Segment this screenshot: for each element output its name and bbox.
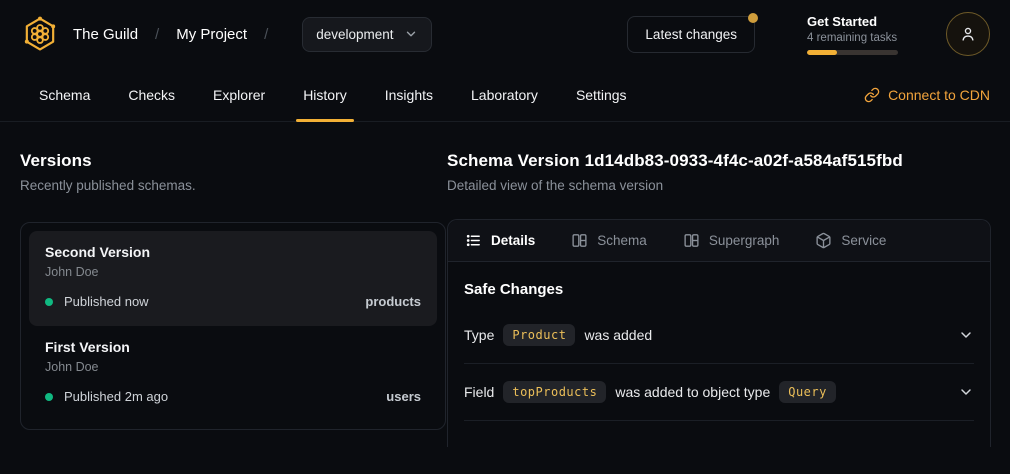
tab-checks[interactable]: Checks bbox=[109, 68, 194, 121]
cube-icon bbox=[815, 232, 832, 249]
detail-tab-supergraph[interactable]: Supergraph bbox=[683, 232, 780, 249]
columns-icon bbox=[683, 232, 700, 249]
link-icon bbox=[864, 87, 880, 103]
version-name: Second Version bbox=[45, 244, 421, 260]
chevron-down-icon bbox=[404, 27, 418, 41]
breadcrumb-project[interactable]: My Project bbox=[176, 26, 247, 43]
change-text: was added bbox=[584, 327, 652, 343]
safe-changes-title: Safe Changes bbox=[464, 281, 974, 298]
target-nav-tabs: Schema Checks Explorer History Insights … bbox=[0, 68, 1010, 122]
get-started-remaining-tasks: 4 remaining tasks bbox=[807, 32, 898, 44]
change-row-type-added[interactable]: Type Product was added bbox=[464, 307, 974, 364]
version-detail-panel: Schema Version 1d14db83-0933-4f4c-a02f-a… bbox=[447, 151, 991, 447]
versions-title: Versions bbox=[20, 151, 447, 171]
breadcrumb-separator: / bbox=[264, 26, 268, 43]
version-detail-box: Details Schema bbox=[447, 219, 991, 447]
app-header: The Guild / My Project / development Lat… bbox=[0, 0, 1010, 68]
latest-changes-button[interactable]: Latest changes bbox=[627, 16, 755, 53]
type-code-badge: Product bbox=[503, 324, 575, 346]
latest-changes-label: Latest changes bbox=[645, 27, 737, 42]
detail-tab-label: Service bbox=[841, 233, 886, 248]
version-author: John Doe bbox=[45, 265, 421, 279]
connect-to-cdn-label: Connect to CDN bbox=[888, 87, 990, 103]
breadcrumb-separator: / bbox=[155, 26, 159, 43]
chevron-down-icon[interactable] bbox=[958, 327, 974, 343]
tab-history[interactable]: History bbox=[284, 68, 366, 121]
detail-tab-label: Details bbox=[491, 233, 535, 248]
columns-icon bbox=[571, 232, 588, 249]
version-name: First Version bbox=[45, 339, 421, 355]
type-code-badge: Query bbox=[779, 381, 836, 403]
published-time: Published 2m ago bbox=[64, 389, 168, 404]
get-started-progress-fill bbox=[807, 50, 837, 55]
detail-tab-service[interactable]: Service bbox=[815, 232, 886, 249]
chevron-down-icon[interactable] bbox=[958, 384, 974, 400]
versions-panel: Versions Recently published schemas. Sec… bbox=[0, 151, 447, 447]
tab-laboratory[interactable]: Laboratory bbox=[452, 68, 557, 121]
get-started-progress-bar bbox=[807, 50, 898, 55]
change-row-field-added[interactable]: Field topProducts was added to object ty… bbox=[464, 364, 974, 421]
user-icon bbox=[959, 25, 977, 43]
connect-to-cdn-link[interactable]: Connect to CDN bbox=[864, 68, 990, 121]
published-status-dot bbox=[45, 393, 53, 401]
service-name: products bbox=[365, 294, 421, 309]
environment-selector[interactable]: development bbox=[302, 17, 431, 52]
list-icon bbox=[465, 232, 482, 249]
versions-list: Second Version John Doe Published now pr… bbox=[20, 222, 446, 430]
version-detail-tabs: Details Schema bbox=[448, 220, 990, 262]
guild-honeycomb-logo-icon[interactable] bbox=[20, 14, 60, 54]
tab-insights[interactable]: Insights bbox=[366, 68, 452, 121]
published-status-dot bbox=[45, 298, 53, 306]
history-page: Versions Recently published schemas. Sec… bbox=[0, 122, 1010, 447]
safe-changes-section: Safe Changes Type Product was added Fiel… bbox=[448, 262, 990, 421]
change-text: was added to object type bbox=[615, 384, 770, 400]
change-text: Type bbox=[464, 327, 494, 343]
version-meta-row: Published now products bbox=[45, 294, 421, 309]
tab-explorer[interactable]: Explorer bbox=[194, 68, 284, 121]
notification-dot bbox=[748, 13, 758, 23]
version-list-item[interactable]: Second Version John Doe Published now pr… bbox=[29, 231, 437, 326]
breadcrumb-org[interactable]: The Guild bbox=[73, 26, 138, 43]
tab-settings[interactable]: Settings bbox=[557, 68, 646, 121]
version-list-item[interactable]: First Version John Doe Published 2m ago … bbox=[29, 326, 437, 421]
version-meta-row: Published 2m ago users bbox=[45, 389, 421, 404]
field-code-badge: topProducts bbox=[503, 381, 606, 403]
user-avatar-button[interactable] bbox=[946, 12, 990, 56]
published-time: Published now bbox=[64, 294, 149, 309]
detail-tab-label: Schema bbox=[597, 233, 647, 248]
nav-spacer bbox=[646, 68, 865, 121]
service-name: users bbox=[386, 389, 421, 404]
get-started-widget[interactable]: Get Started 4 remaining tasks bbox=[807, 14, 898, 55]
versions-subtitle: Recently published schemas. bbox=[20, 178, 447, 193]
detail-tab-schema[interactable]: Schema bbox=[571, 232, 647, 249]
change-text: Field bbox=[464, 384, 494, 400]
get-started-title: Get Started bbox=[807, 14, 898, 29]
version-author: John Doe bbox=[45, 360, 421, 374]
detail-tab-label: Supergraph bbox=[709, 233, 780, 248]
tab-schema[interactable]: Schema bbox=[20, 68, 109, 121]
detail-tab-details[interactable]: Details bbox=[465, 232, 535, 249]
schema-version-subtitle: Detailed view of the schema version bbox=[447, 178, 991, 193]
environment-selector-value: development bbox=[316, 27, 393, 42]
schema-version-title: Schema Version 1d14db83-0933-4f4c-a02f-a… bbox=[447, 151, 991, 171]
